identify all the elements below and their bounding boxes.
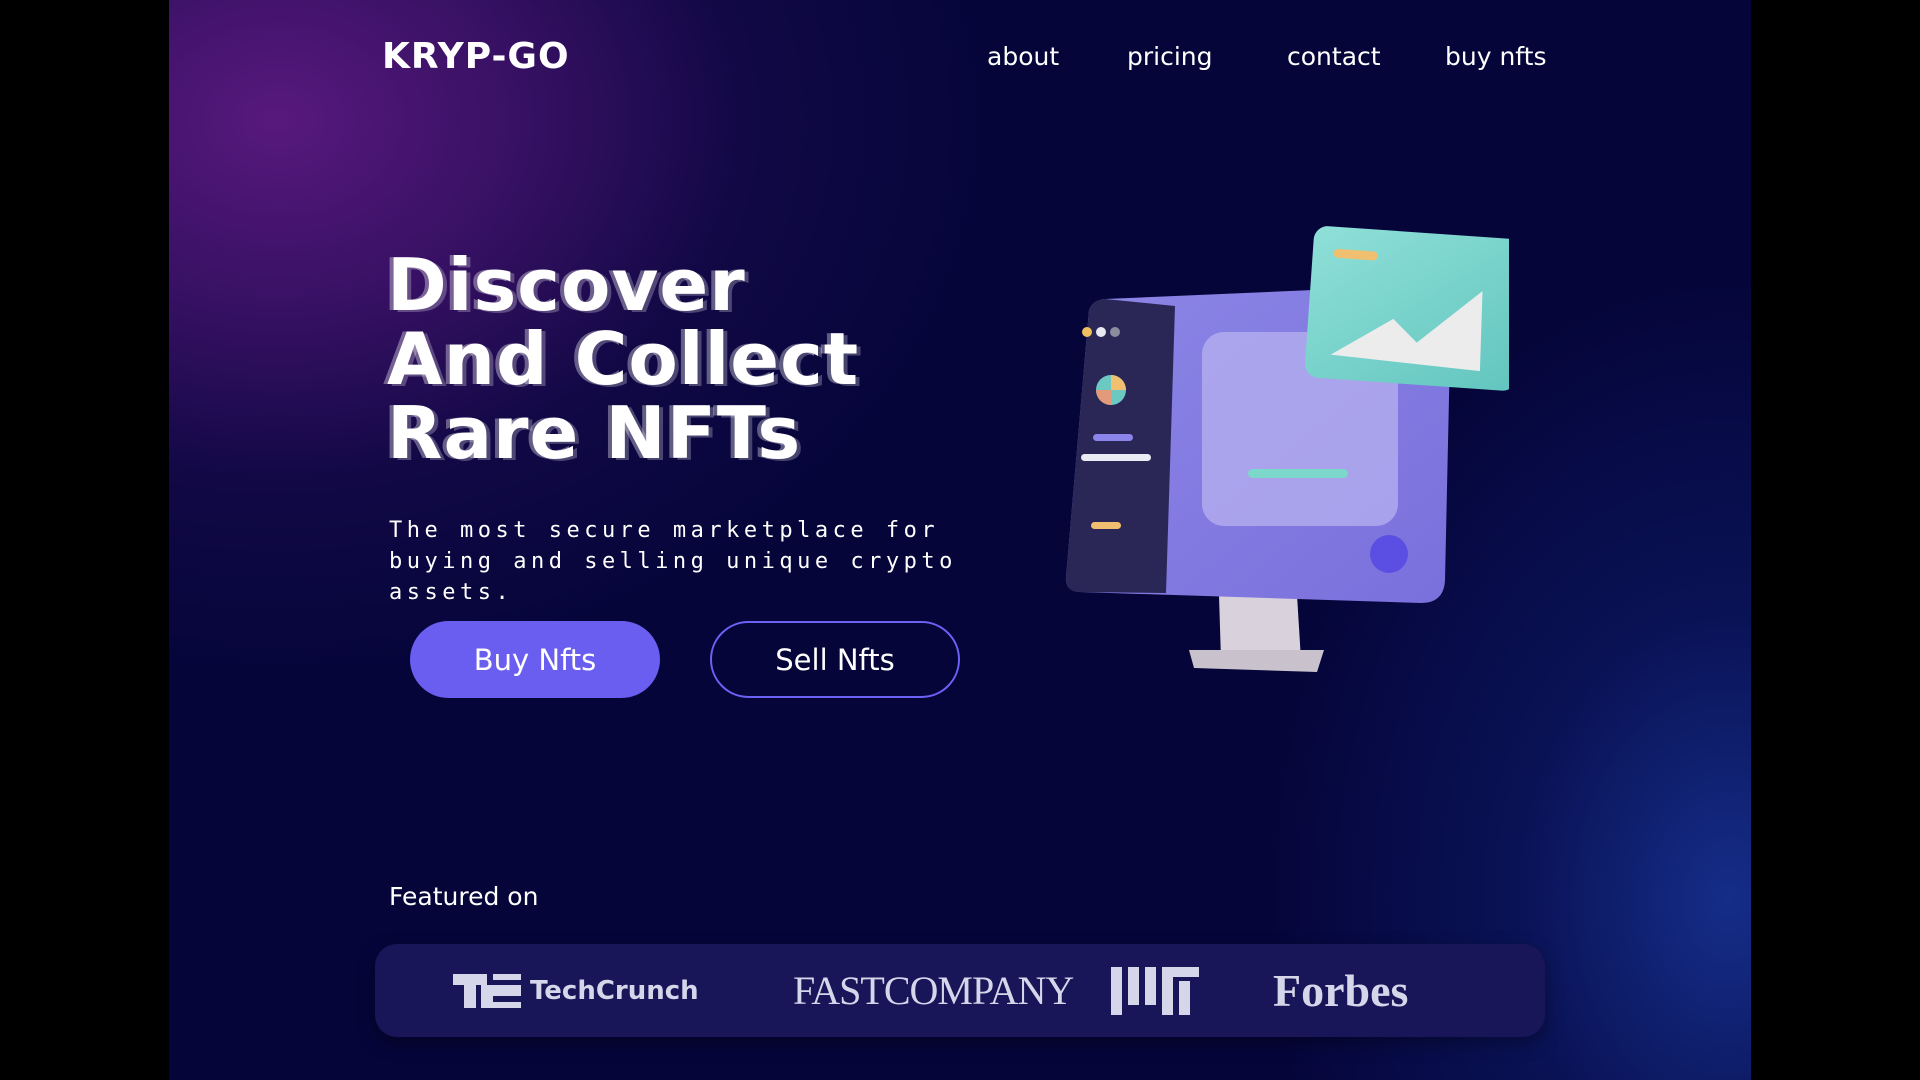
techcrunch-logo[interactable]: TechCrunch xyxy=(453,944,699,1037)
window-dot-yellow xyxy=(1082,327,1092,337)
nav-pricing[interactable]: pricing xyxy=(1127,42,1213,71)
window-dot-white xyxy=(1096,327,1106,337)
image-card xyxy=(1305,226,1509,391)
window-dot-grey xyxy=(1110,327,1120,337)
nav-about[interactable]: about xyxy=(987,42,1059,71)
hero-headline: Discover And Collect Rare NFTs xyxy=(387,248,859,470)
page: KRYP-GO about pricing contact buy nfts D… xyxy=(169,0,1751,1080)
sell-nfts-button[interactable]: Sell Nfts xyxy=(710,621,960,698)
monitor-stand xyxy=(1189,595,1324,672)
computer-illustration xyxy=(1065,226,1509,672)
nav-buy-nfts[interactable]: buy nfts xyxy=(1445,42,1547,71)
buy-nfts-button[interactable]: Buy Nfts xyxy=(410,621,660,698)
techcrunch-icon xyxy=(453,973,521,1008)
headline-line-2: And Collect xyxy=(387,317,860,401)
featured-on-label: Featured on xyxy=(389,882,539,911)
main-nav: about pricing contact buy nfts xyxy=(169,42,1751,82)
monitor-button xyxy=(1370,535,1408,573)
mit-logo[interactable] xyxy=(1111,944,1199,1037)
monitor-sidebar xyxy=(1065,299,1175,593)
fastcompany-logo[interactable]: FASTCOMPANY xyxy=(793,944,1074,1037)
hero-subtitle: The most secure marketplace for buying a… xyxy=(389,518,957,605)
mit-icon xyxy=(1111,966,1199,1015)
headline-line-3: Rare NFTs xyxy=(387,391,802,475)
techcrunch-text: TechCrunch xyxy=(530,975,699,1006)
press-logos-bar: TechCrunch FASTCOMPANY Forbes xyxy=(375,944,1545,1037)
nav-contact[interactable]: contact xyxy=(1287,42,1381,71)
headline-line-1: Discover xyxy=(387,243,746,327)
forbes-logo[interactable]: Forbes xyxy=(1273,944,1408,1037)
